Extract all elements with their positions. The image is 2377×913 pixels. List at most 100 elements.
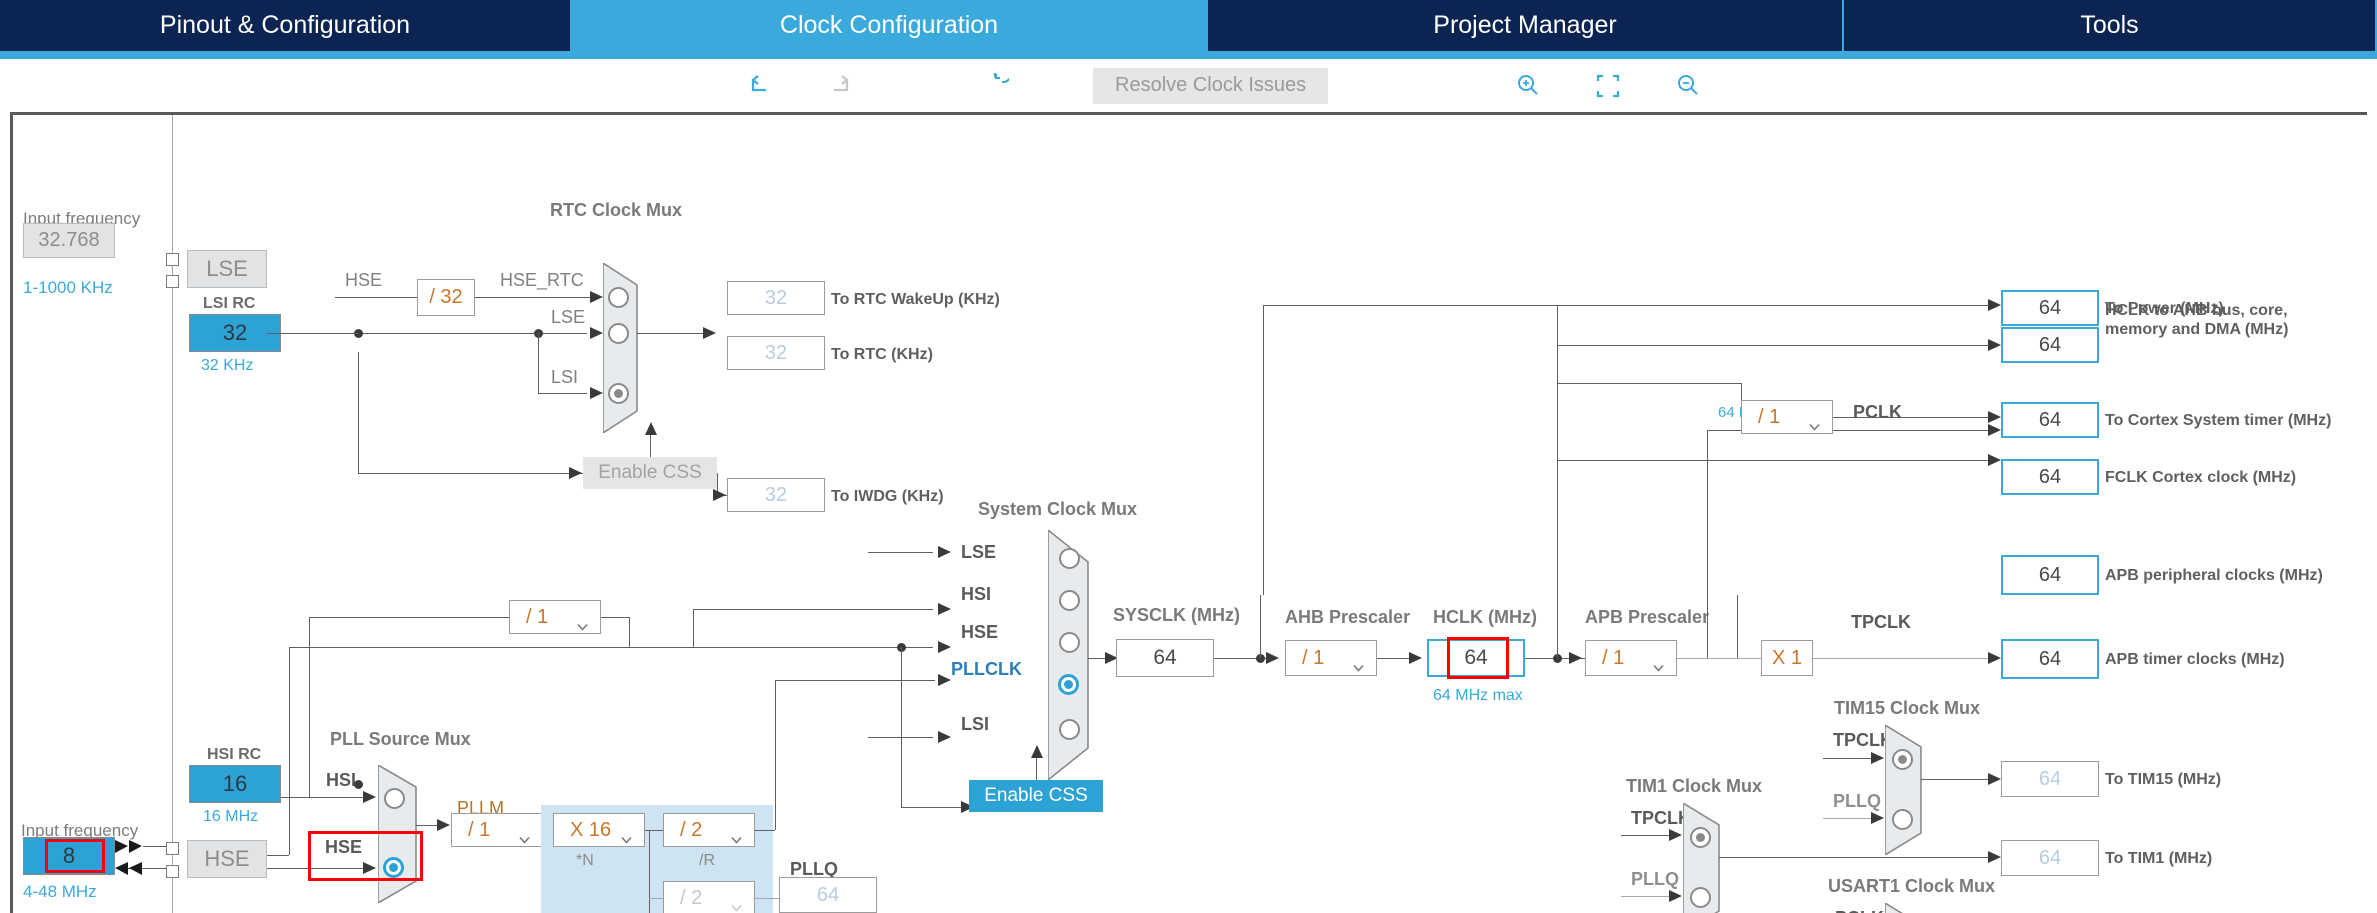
pllr-dropdown[interactable]: / 2 (663, 813, 755, 847)
tim1-mux-radio-tpclk[interactable] (1690, 827, 1711, 848)
wire-lsi-to-css (358, 473, 583, 474)
hse-block[interactable]: HSE (187, 840, 267, 878)
wire-fclk (1557, 460, 1993, 461)
rtc-mux-radio-lse[interactable] (608, 323, 629, 344)
canvas-left-rail (172, 115, 173, 913)
undo-arrow-icon[interactable] (737, 66, 783, 106)
hse-input-frequency-field[interactable]: 8 (23, 837, 115, 875)
chevron-down-icon (1653, 655, 1664, 672)
hsi-rc-field[interactable]: 16 (189, 765, 281, 803)
pllq-dropdown[interactable]: / 2 (663, 881, 755, 913)
pll-source-mux-radio-hse[interactable] (383, 857, 404, 878)
rtc-hse-rtc-label: HSE_RTC (500, 270, 584, 290)
wire-lse-to-sysmux (868, 552, 933, 553)
wire-sysclk-branch-up (1260, 595, 1261, 658)
apb-prescaler-value: / 1 (1602, 646, 1625, 669)
cortex-timer-div-dropdown[interactable]: / 1 (1741, 400, 1833, 434)
hsi-div-value: / 1 (526, 605, 549, 628)
sysmux-pllclk-label: PLLCLK (951, 659, 1022, 679)
tim15-clock-mux[interactable] (1885, 725, 1933, 855)
wire-cortex-timer-right (1833, 417, 1993, 418)
sysclk-label: SYSCLK (MHz) (1113, 605, 1240, 625)
tim15-pllq-label: PLLQ (1833, 791, 1881, 811)
wire-hsi-to-sysmux (693, 609, 933, 610)
tab-tools[interactable]: Tools (1844, 0, 2375, 51)
pllm-value: / 1 (468, 818, 491, 841)
system-enable-css-button[interactable]: Enable CSS (969, 780, 1103, 812)
pll-source-mux-radio-hsi[interactable] (384, 788, 405, 809)
hclk-field[interactable]: 64 (1427, 639, 1525, 677)
rtc-enable-css-button[interactable]: Enable CSS (583, 457, 717, 489)
rtc-lsi-label: LSI (551, 367, 579, 387)
rtc-mux-radio-lsi[interactable] (608, 383, 629, 404)
pllm-dropdown[interactable]: / 1 (451, 813, 543, 847)
system-clock-mux-radio-hse[interactable] (1059, 632, 1080, 653)
fclk-field: 64 (2001, 459, 2099, 495)
wire-hsi-to-div (309, 617, 509, 618)
pllr-value: / 2 (680, 818, 703, 841)
tim1-mux-radio-pllq[interactable] (1690, 887, 1711, 908)
cortex-timer-label: To Cortex System timer (MHz) (2105, 412, 2332, 429)
wire-apb-to-x1 (1677, 658, 1761, 659)
hsi-div-dropdown[interactable]: / 1 (509, 600, 601, 634)
reset-circular-arrow-icon[interactable] (973, 66, 1019, 106)
lse-osc-pin-out[interactable] (166, 275, 179, 288)
wire-div32-to-rtcmux (475, 297, 595, 298)
system-clock-mux-radio-pllclk[interactable] (1058, 674, 1079, 695)
usart1-pclk-label: PCLK (1835, 908, 1884, 913)
wire-power-riser (1263, 305, 1264, 595)
lse-osc-pin-in[interactable] (166, 253, 179, 266)
tim15-mux-radio-pllq[interactable] (1892, 809, 1913, 830)
redo-arrow-icon[interactable] (817, 66, 863, 106)
fit-to-screen-icon[interactable] (1585, 66, 1631, 106)
wire-hsi-riser (693, 609, 694, 647)
apb-prescaler-label: APB Prescaler (1585, 607, 1710, 627)
hse-input-frequency-range: 4-48 MHz (23, 882, 97, 901)
ahb-prescaler-dropdown[interactable]: / 1 (1285, 640, 1377, 676)
tim1-tpclk-label: TPCLK (1631, 808, 1691, 828)
system-clock-mux-radio-lsi[interactable] (1059, 719, 1080, 740)
arrow-hclk-in (1409, 650, 1425, 666)
pllq-value: / 2 (680, 886, 703, 909)
apb-prescaler-dropdown[interactable]: / 1 (1585, 640, 1677, 676)
wire-tpclk-right (1813, 658, 1993, 659)
arrow-css2-up (1029, 744, 1045, 760)
apb-timer-label: APB timer clocks (MHz) (2105, 651, 2285, 668)
tab-project-manager[interactable]: Project Manager (1208, 0, 1844, 51)
cortex-timer-div-value: / 1 (1758, 405, 1781, 428)
chevron-down-icon (577, 614, 588, 631)
clock-tree-canvas[interactable]: Input frequency 32.768 1-1000 KHz LSE LS… (10, 112, 2367, 913)
tab-pinout-configuration[interactable]: Pinout & Configuration (0, 0, 572, 51)
to-power-field: 64 (2001, 290, 2099, 326)
tim15-mux-radio-tpclk[interactable] (1892, 749, 1913, 770)
system-clock-mux-label: System Clock Mux (978, 499, 1138, 519)
usart1-clock-mux[interactable] (1885, 903, 1933, 913)
cortex-timer-field: 64 (2001, 402, 2099, 438)
wire-pllclk-right (775, 680, 935, 681)
chevron-down-icon (731, 827, 742, 844)
resolve-clock-issues-button[interactable]: Resolve Clock Issues (1093, 67, 1329, 104)
hse-osc-pin-out[interactable] (166, 865, 179, 878)
wire-hsidiv-down (629, 617, 630, 647)
tim15-clock-mux-label: TIM15 Clock Mux (1834, 698, 1981, 718)
tim15-output-field: 64 (2001, 761, 2099, 797)
zoom-in-magnifier-icon[interactable] (1505, 66, 1551, 106)
plln-dropdown[interactable]: X 16 (553, 813, 645, 847)
rtc-lse-label: LSE (551, 307, 586, 327)
pll-source-mux[interactable] (378, 765, 428, 903)
system-clock-mux-radio-lse[interactable] (1059, 548, 1080, 569)
wire-hsidiv-out (601, 617, 629, 618)
arrow-hsi-sysmux (938, 601, 954, 617)
hse-osc-pin-in[interactable] (166, 842, 179, 855)
zoom-out-magnifier-icon[interactable] (1665, 66, 1711, 106)
rtc-mux-radio-hse-rtc[interactable] (608, 287, 629, 308)
wire-cortex-timer-left (1557, 383, 1741, 384)
lse-block[interactable]: LSE (187, 250, 267, 288)
tab-clock-configuration[interactable]: Clock Configuration (572, 0, 1208, 51)
sysmux-hsi-label: HSI (961, 584, 992, 604)
system-clock-mux-radio-hsi[interactable] (1059, 590, 1080, 611)
wire-hse-to-css2 (901, 647, 902, 807)
rtc-output-field: 32 (727, 336, 825, 370)
apb-multiplier-box: X 1 (1761, 640, 1813, 676)
lse-input-frequency-field[interactable]: 32.768 (23, 223, 115, 258)
